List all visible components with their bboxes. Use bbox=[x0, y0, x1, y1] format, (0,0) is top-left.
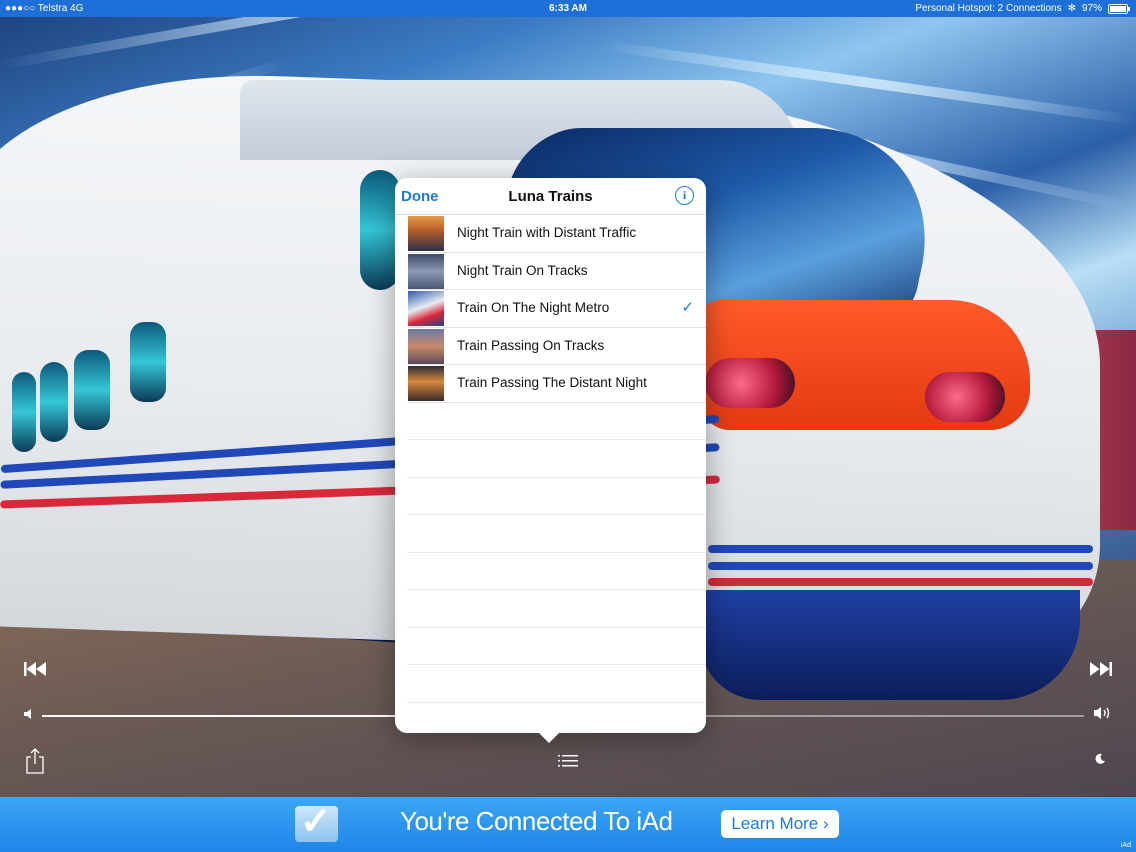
moon-icon[interactable] bbox=[1094, 752, 1106, 768]
track-thumbnail bbox=[408, 253, 444, 289]
playlist-popover: Done Luna Trains i Night Train with Dist… bbox=[395, 178, 706, 733]
battery-percent: 97% bbox=[1081, 3, 1102, 14]
track-thumbnail bbox=[408, 366, 444, 401]
volume-high-icon bbox=[1094, 706, 1112, 723]
popover-title: Luna Trains bbox=[508, 188, 593, 205]
empty-row bbox=[407, 590, 706, 628]
track-row[interactable]: Night Train with Distant Traffic bbox=[407, 215, 706, 253]
empty-row bbox=[407, 553, 706, 590]
learn-more-button[interactable]: Learn More › bbox=[721, 810, 839, 838]
track-title: Train Passing The Distant Night bbox=[457, 375, 647, 390]
iad-corner-label: iAd bbox=[1120, 842, 1131, 849]
list-icon[interactable] bbox=[556, 752, 580, 770]
track-row[interactable]: Train Passing On Tracks bbox=[407, 328, 706, 365]
hotspot-status: Personal Hotspot: 2 Connections bbox=[915, 3, 1062, 14]
status-bar: ●●●○○ Telstra 4G 6:33 AM Personal Hotspo… bbox=[0, 0, 1136, 17]
empty-row bbox=[407, 440, 706, 478]
iad-message: You're Connected To iAd bbox=[400, 806, 673, 836]
track-row[interactable]: Train On The Night Metro ✓ bbox=[407, 290, 706, 328]
previous-track-icon[interactable] bbox=[24, 660, 46, 681]
selected-check-icon: ✓ bbox=[681, 299, 694, 316]
share-icon[interactable] bbox=[25, 748, 45, 774]
track-row[interactable]: Train Passing The Distant Night bbox=[407, 365, 706, 403]
empty-row bbox=[407, 628, 706, 665]
popover-header: Done Luna Trains i bbox=[395, 178, 706, 215]
volume-slider-fill bbox=[42, 715, 397, 717]
next-track-icon[interactable] bbox=[1090, 660, 1112, 681]
info-icon[interactable]: i bbox=[675, 186, 694, 205]
track-list: Night Train with Distant Traffic Night T… bbox=[395, 215, 706, 733]
track-title: Night Train On Tracks bbox=[457, 262, 588, 278]
empty-row bbox=[407, 515, 706, 553]
empty-row bbox=[407, 478, 706, 515]
iad-check-icon: ✓ bbox=[295, 801, 338, 843]
volume-low-icon bbox=[24, 708, 34, 722]
track-thumbnail bbox=[408, 291, 444, 326]
track-title: Train Passing On Tracks bbox=[457, 337, 605, 353]
popover-arrow bbox=[538, 732, 560, 743]
track-title: Train On The Night Metro bbox=[457, 300, 610, 315]
track-thumbnail bbox=[408, 328, 444, 364]
track-title: Night Train with Distant Traffic bbox=[457, 225, 637, 240]
track-thumbnail bbox=[408, 216, 444, 251]
track-row[interactable]: Night Train On Tracks bbox=[407, 253, 706, 290]
empty-row bbox=[407, 703, 706, 734]
bluetooth-icon: ✻ bbox=[1067, 3, 1076, 14]
battery-icon bbox=[1108, 3, 1130, 14]
empty-row bbox=[407, 403, 706, 440]
empty-row bbox=[407, 665, 706, 703]
